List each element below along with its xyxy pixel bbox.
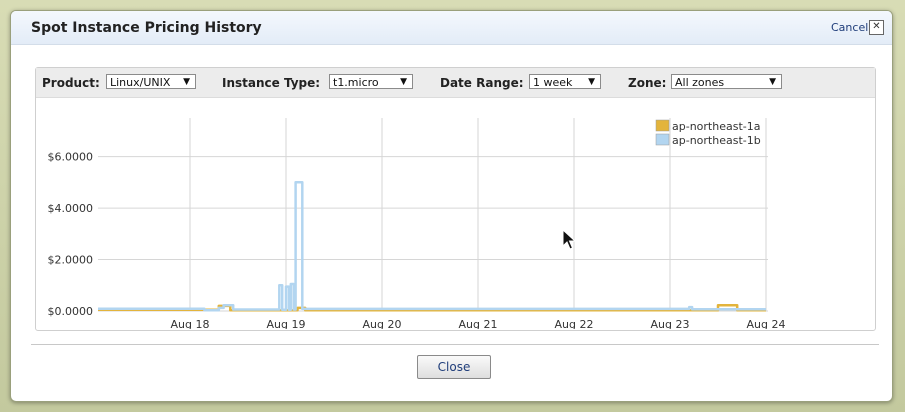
x-tick-label: Aug 23 (651, 318, 690, 329)
dialog-title: Spot Instance Pricing History (31, 20, 262, 36)
legend-swatch (655, 133, 670, 146)
x-tick-label: Aug 20 (363, 318, 402, 329)
x-tick-label: Aug 19 (267, 318, 306, 329)
instance-type-label: Instance Type: (222, 76, 321, 90)
pricing-history-dialog: Spot Instance Pricing History Cancel ✕ P… (10, 10, 893, 402)
cancel-link[interactable]: Cancel (831, 21, 868, 34)
dialog-divider (31, 344, 879, 345)
date-range-label: Date Range: (440, 76, 524, 90)
x-tick-label: Aug 24 (747, 318, 786, 329)
instance-type-select[interactable]: t1.micro ▼ (329, 74, 413, 89)
pricing-chart: $0.0000 $2.0000 $4.0000 $6.0000 Aug 18 Aug 19… (48, 118, 786, 329)
date-range-select-value: 1 week (533, 76, 573, 89)
chevron-down-icon: ▼ (588, 77, 595, 87)
legend-label: ap-northeast-1a (672, 120, 760, 133)
series-line-ap-northeast-1b (98, 181, 766, 312)
zone-select[interactable]: All zones ▼ (671, 74, 782, 89)
product-select-value: Linux/UNIX (110, 76, 171, 89)
y-tick-label: $6.0000 (48, 151, 94, 164)
y-tick-label: $2.0000 (48, 254, 94, 267)
chevron-down-icon: ▼ (769, 77, 776, 87)
date-range-select[interactable]: 1 week ▼ (529, 74, 601, 89)
x-tick-label: Aug 22 (555, 318, 594, 329)
legend-swatch (655, 119, 670, 132)
filter-bar: Product: Linux/UNIX ▼ Instance Type: t1.… (36, 68, 875, 98)
zone-label: Zone: (628, 76, 667, 90)
chart-panel: Product: Linux/UNIX ▼ Instance Type: t1.… (35, 67, 876, 331)
chevron-down-icon: ▼ (400, 77, 407, 87)
y-tick-label: $4.0000 (48, 202, 94, 215)
y-tick-label: $0.0000 (48, 305, 94, 318)
instance-type-select-value: t1.micro (333, 76, 379, 89)
x-tick-label: Aug 18 (171, 318, 210, 329)
close-x-icon[interactable]: ✕ (869, 20, 884, 35)
close-button[interactable]: Close (417, 355, 491, 379)
dialog-titlebar: Spot Instance Pricing History Cancel ✕ (11, 11, 892, 45)
x-tick-label: Aug 21 (459, 318, 498, 329)
product-label: Product: (42, 76, 100, 90)
zone-select-value: All zones (675, 76, 725, 89)
product-select[interactable]: Linux/UNIX ▼ (106, 74, 196, 89)
legend-label: ap-northeast-1b (672, 134, 761, 147)
mouse-cursor-icon (562, 229, 576, 250)
chevron-down-icon: ▼ (183, 77, 190, 87)
